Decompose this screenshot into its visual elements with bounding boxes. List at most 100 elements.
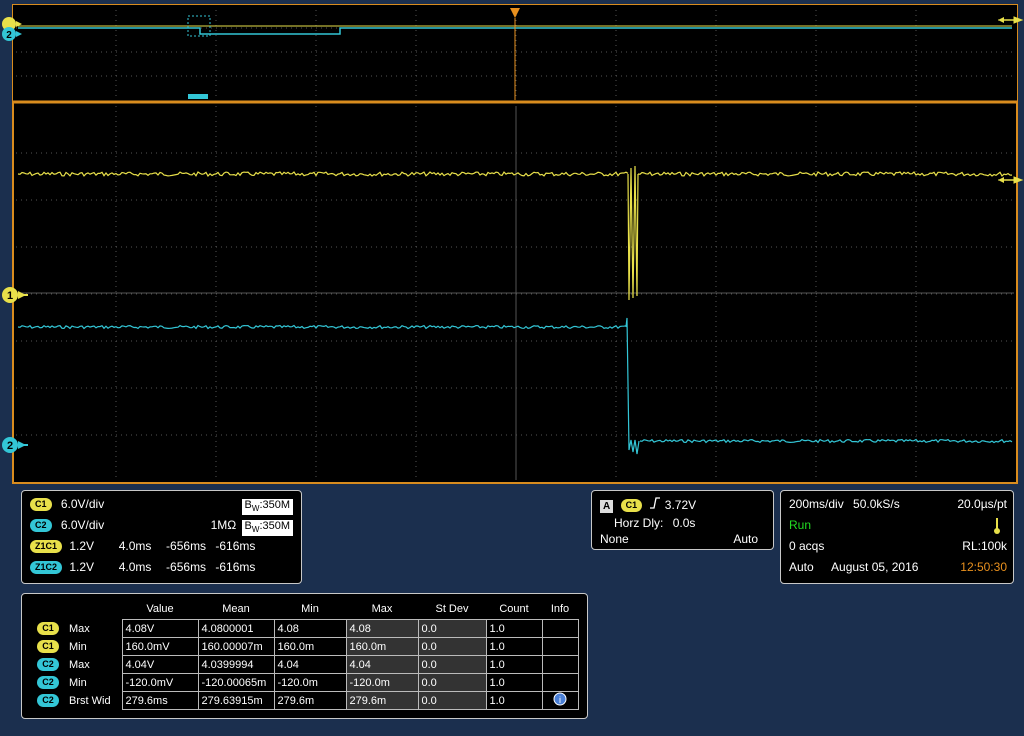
measurement-value: -120.0mV xyxy=(121,673,199,692)
measurement-row[interactable]: C1 Max 4.08V 4.0800001 4.08 4.08 0.0 1.0 xyxy=(30,619,579,638)
measurement-min: 279.6m xyxy=(273,691,347,710)
trigger-mode-row: None Auto xyxy=(600,530,758,548)
measurement-name: Brst Wid xyxy=(69,694,111,707)
ch2-coupling: 1MΩ xyxy=(210,518,237,532)
ch1-settings-row[interactable]: C1 6.0V/div BW:350M xyxy=(30,495,294,516)
measurement-badge[interactable]: C2 xyxy=(37,676,59,689)
ch1-bandwidth-prefix: B xyxy=(244,499,252,511)
measurement-name: Min xyxy=(69,640,87,653)
trigger-source-badge: C1 xyxy=(620,499,643,513)
measurement-count: 1.0 xyxy=(485,691,543,710)
run-state-row: Run xyxy=(789,516,1007,534)
measurement-name: Max xyxy=(69,622,90,635)
acqs-row: 0 acqs RL:100k xyxy=(789,537,1007,555)
measurement-mean: 4.0399994 xyxy=(197,655,275,674)
measurement-table: Value Mean Min Max St Dev Count Info C1 M… xyxy=(30,598,579,710)
measurement-source-badge[interactable]: C2 xyxy=(30,674,66,692)
measurement-stdev: 0.0 xyxy=(417,637,487,656)
zoom-ch1-badge[interactable]: Z1C1 xyxy=(30,540,63,554)
col-header-min: Min xyxy=(301,602,319,615)
measurement-badge[interactable]: C1 xyxy=(37,640,59,653)
measurement-row[interactable]: C2 Min -120.0mV -120.00065m -120.0m -120.0m 0.… xyxy=(30,673,579,692)
zoom-ch2-badge[interactable]: Z1C2 xyxy=(30,561,63,575)
ch1-scale: 6.0V/div xyxy=(60,497,105,511)
measurement-row[interactable]: C2 Brst Wid 279.6ms 279.63915m 279.6m 279.6m 0… xyxy=(30,691,579,710)
timebase: 200ms/div xyxy=(789,497,844,511)
clock-time: 12:50:30 xyxy=(960,560,1007,574)
measurement-stdev: 0.0 xyxy=(417,655,487,674)
ch2-scale: 6.0V/div xyxy=(60,518,105,532)
timebase-row: 200ms/div 50.0kS/s 20.0µs/pt xyxy=(789,495,1007,513)
measurement-source-badge[interactable]: C1 xyxy=(30,620,66,638)
ch1-badge[interactable]: C1 xyxy=(30,498,52,512)
run-state[interactable]: Run xyxy=(789,516,811,534)
zoom-ch1-time: 4.0ms xyxy=(118,539,152,553)
measurement-row[interactable]: C2 Max 4.04V 4.0399994 4.04 4.04 0.0 1.0 xyxy=(30,655,579,674)
rising-edge-icon xyxy=(649,496,661,514)
measurement-stdev: 0.0 xyxy=(417,691,487,710)
zoom1-ch1-row[interactable]: Z1C1 1.2V 4.0ms -656ms -616ms xyxy=(30,537,255,555)
zoom-ch1-t2: -616ms xyxy=(215,539,256,553)
col-header-max: Max xyxy=(371,602,393,615)
measurement-max: 279.6m xyxy=(345,691,419,710)
measurement-max: 160.0m xyxy=(345,637,419,656)
ch2-bandwidth-prefix: B xyxy=(244,520,252,532)
date-row: Auto August 05, 2016 12:50:30 xyxy=(789,558,1007,576)
measurement-mean: -120.00065m xyxy=(197,673,275,692)
ch1-bandwidth: BW:350M xyxy=(241,499,294,516)
measurement-count: 1.0 xyxy=(485,655,543,674)
col-header-mean: Mean xyxy=(222,602,250,615)
zoom1-ch2-row[interactable]: Z1C2 1.2V 4.0ms -656ms -616ms xyxy=(30,558,255,576)
ch1-bandwidth-sub: W xyxy=(251,504,260,514)
measurement-info xyxy=(541,673,579,692)
measurement-min: 4.04 xyxy=(273,655,347,674)
measurement-badge[interactable]: C2 xyxy=(37,694,59,707)
measurement-info: i xyxy=(541,691,579,710)
measurement-max: -120.0m xyxy=(345,673,419,692)
measurement-badge[interactable]: C1 xyxy=(37,622,59,635)
zoom-ch1-scale: 1.2V xyxy=(69,539,95,553)
trigger-panel[interactable]: A C1 3.72V Horz Dly: 0.0s None Auto xyxy=(591,490,774,550)
ch2-badge[interactable]: C2 xyxy=(30,519,52,533)
sample-rate: 50.0kS/s xyxy=(853,497,900,511)
measurement-min: 160.0m xyxy=(273,637,347,656)
measurement-source-badge[interactable]: C2 xyxy=(30,656,66,674)
ch1-bandwidth-value: :350M xyxy=(259,499,291,511)
measurement-stdev: 0.0 xyxy=(417,619,487,638)
info-icon[interactable]: i xyxy=(553,692,567,709)
measurement-max: 4.04 xyxy=(345,655,419,674)
waveform-display[interactable]: 2 1 2 xyxy=(0,0,1024,486)
measurement-count: 1.0 xyxy=(485,637,543,656)
ch2-bandwidth-value: :350M xyxy=(259,520,291,532)
measurement-info xyxy=(541,637,579,656)
measurement-mean: 4.0800001 xyxy=(197,619,275,638)
measurement-info xyxy=(541,619,579,638)
zoom-ch2-t2: -616ms xyxy=(215,560,256,574)
measurement-row[interactable]: C1 Min 160.0mV 160.00007m 160.0m 160.0m 0.0 1.0 xyxy=(30,637,579,656)
measurement-value: 160.0mV xyxy=(121,637,199,656)
measurement-source-badge[interactable]: C1 xyxy=(30,638,66,656)
measurement-badge[interactable]: C2 xyxy=(37,658,59,671)
measurement-value: 279.6ms xyxy=(121,691,199,710)
measurement-source-badge[interactable]: C2 xyxy=(30,692,66,710)
measurement-mean: 160.00007m xyxy=(197,637,275,656)
zoom-ch2-time: 4.0ms xyxy=(118,560,152,574)
measurement-count: 1.0 xyxy=(485,619,543,638)
ch1-ground-marker-label: 1 xyxy=(7,290,13,302)
ch2-settings-row[interactable]: C2 6.0V/div 1MΩ BW:350M xyxy=(30,516,294,537)
col-header-count: Count xyxy=(499,602,529,615)
col-header-stdev: St Dev xyxy=(435,602,469,615)
measurement-stdev: 0.0 xyxy=(417,673,487,692)
measurement-min: 4.08 xyxy=(273,619,347,638)
trigger-level: 3.72V xyxy=(664,498,697,512)
zoom-position-indicator[interactable] xyxy=(188,94,208,99)
acquisition-panel[interactable]: 200ms/div 50.0kS/s 20.0µs/pt Run 0 acqs … xyxy=(780,490,1014,584)
measurement-header-row: Value Mean Min Max St Dev Count Info xyxy=(30,598,578,620)
measurement-name: Max xyxy=(69,658,90,671)
measurement-info xyxy=(541,655,579,674)
measurement-min: -120.0m xyxy=(273,673,347,692)
trigger-mode: Auto xyxy=(733,532,758,546)
acq-mode: Auto xyxy=(789,560,814,574)
trigger-coupling: None xyxy=(600,532,629,546)
svg-text:i: i xyxy=(559,695,561,705)
